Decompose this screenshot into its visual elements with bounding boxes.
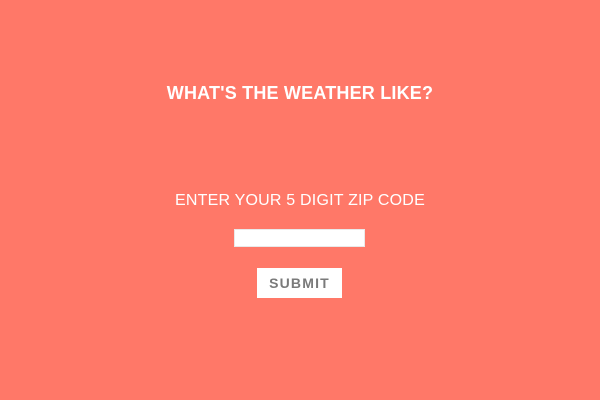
zip-code-input[interactable] xyxy=(234,229,365,247)
page-title: WHAT'S THE WEATHER LIKE? xyxy=(166,83,434,103)
submit-button[interactable]: SUBMIT xyxy=(257,268,342,298)
weather-page: WHAT'S THE WEATHER LIKE? ENTER YOUR 5 DI… xyxy=(0,0,600,400)
zip-code-label: ENTER YOUR 5 DIGIT ZIP CODE xyxy=(175,192,425,209)
